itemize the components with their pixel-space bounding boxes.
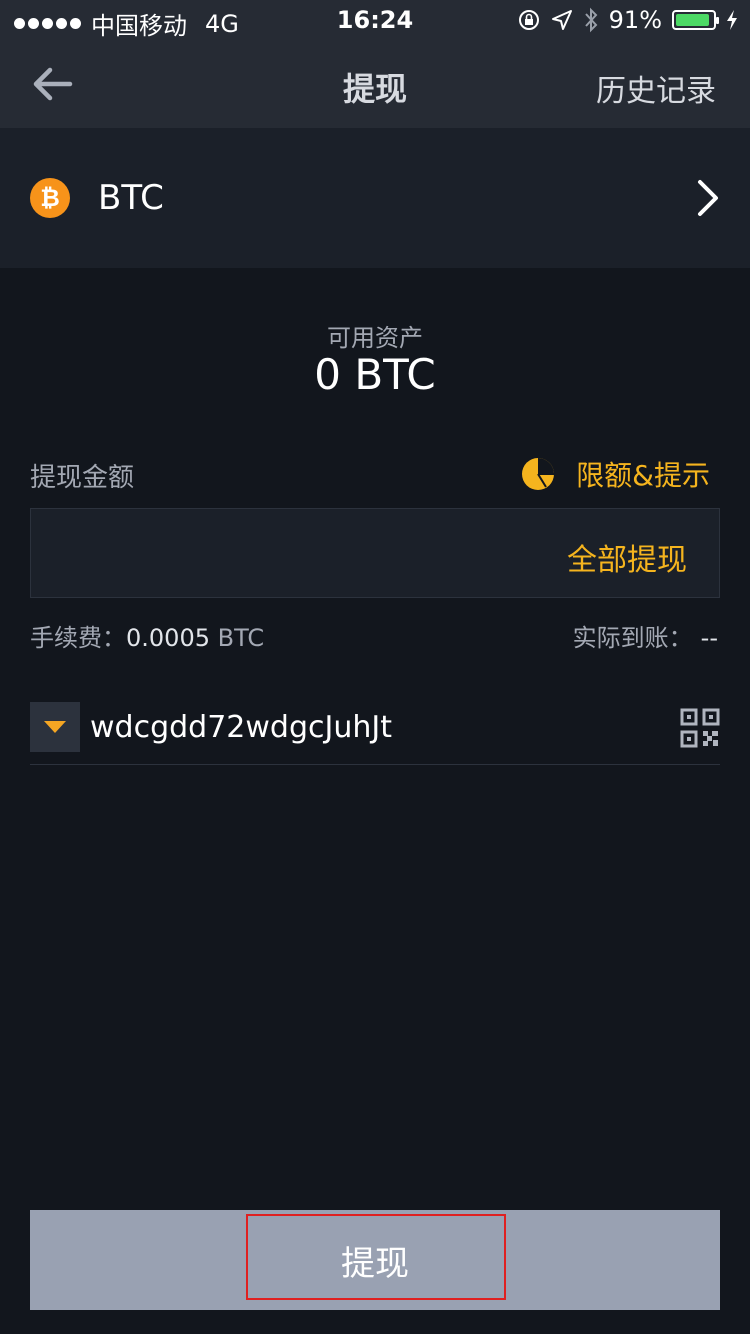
battery-icon <box>672 10 719 30</box>
actual-value: -- <box>700 624 718 652</box>
battery-percent: 91% <box>608 6 662 34</box>
limit-tips-label: 限额&提示 <box>576 459 710 492</box>
actual-received-info: 实际到账： -- <box>573 618 718 653</box>
submit-label: 提现 <box>341 1243 409 1284</box>
fee-info: 手续费：0.0005 BTC <box>30 618 264 653</box>
address-dropdown-button[interactable] <box>30 702 80 752</box>
orientation-lock-icon <box>518 10 539 30</box>
bitcoin-icon: ₿ <box>30 178 70 218</box>
address-field[interactable]: wdcgdd72wdgcJuhJt <box>30 702 720 765</box>
amount-label: 提现金额 <box>30 463 135 493</box>
amount-input[interactable]: 全部提现 <box>30 508 720 598</box>
chevron-right-icon <box>698 180 718 216</box>
location-icon <box>551 10 572 30</box>
coin-name: BTC <box>98 178 164 218</box>
navigation-bar: 提现 历史记录 <box>0 40 750 128</box>
withdraw-all-button[interactable]: 全部提现 <box>567 535 687 579</box>
address-value: wdcgdd72wdgcJuhJt <box>90 710 392 745</box>
available-value: 0 BTC <box>314 350 436 399</box>
svg-text:₿: ₿ <box>40 184 60 212</box>
fee-unit: BTC <box>209 624 265 652</box>
pie-chart-icon <box>522 458 555 490</box>
withdraw-screen: 中国移动 4G 16:24 91% 提现 历史记录 ₿ BTC 可用资产 0 B… <box>0 0 750 1334</box>
limit-tips-link[interactable]: 限额&提示 <box>520 454 710 494</box>
bluetooth-icon <box>584 7 598 33</box>
withdraw-submit-button[interactable]: 提现 <box>30 1210 720 1310</box>
coin-selector[interactable]: ₿ BTC <box>0 128 750 268</box>
qr-scan-icon[interactable] <box>680 708 720 748</box>
fee-label: 手续费： <box>30 624 126 652</box>
charging-icon <box>727 10 737 30</box>
actual-label: 实际到账： <box>572 624 693 652</box>
status-bar: 中国移动 4G 16:24 91% <box>0 0 750 40</box>
history-link[interactable]: 历史记录 <box>596 66 716 110</box>
triangle-down-icon <box>44 721 66 733</box>
fee-value: 0.0005 <box>126 624 210 652</box>
available-label: 可用资产 <box>327 324 423 352</box>
status-right: 91% <box>517 6 738 34</box>
